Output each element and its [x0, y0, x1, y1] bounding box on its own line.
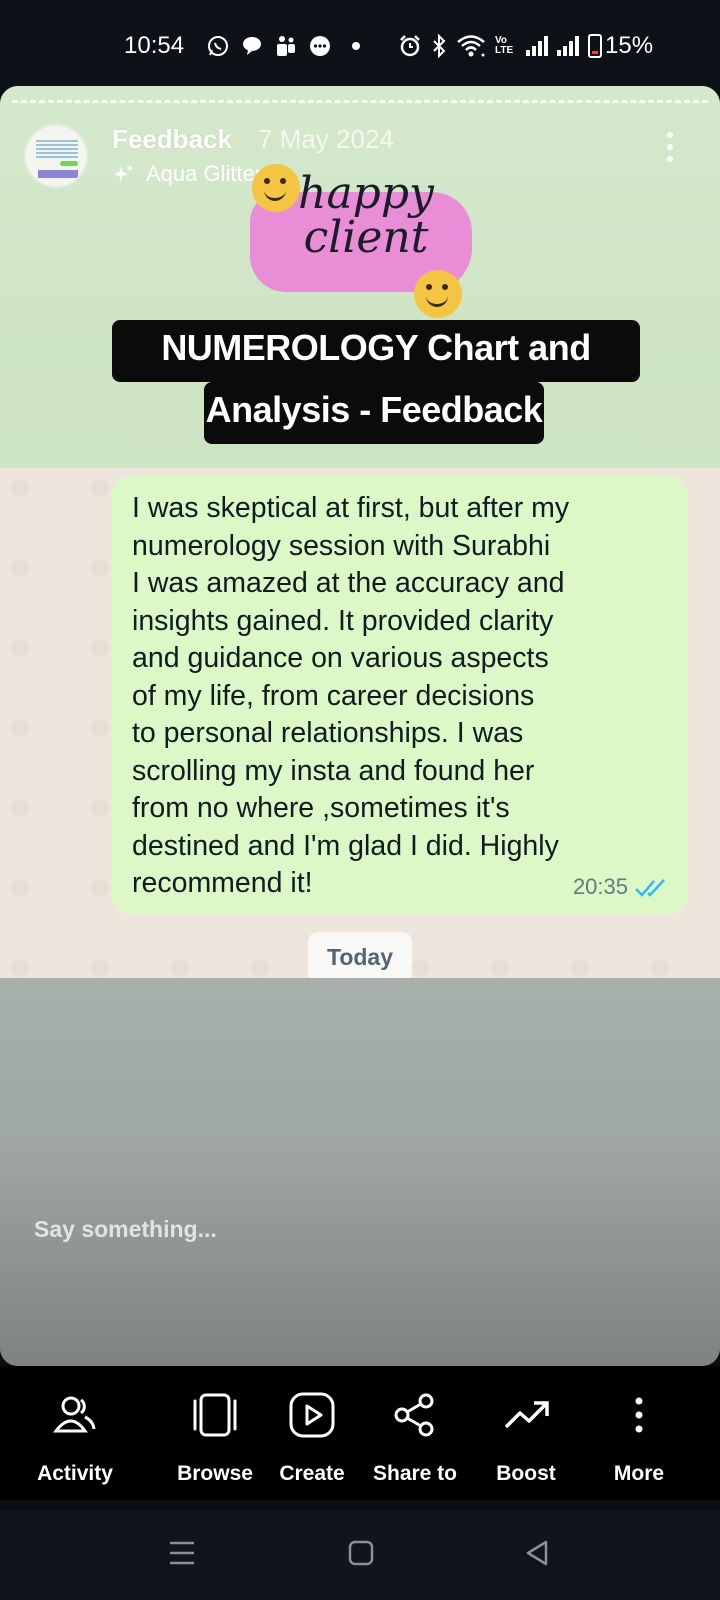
sticker-text: happy client: [298, 168, 434, 263]
boost-label: Boost: [496, 1462, 556, 1485]
app-screen: 10:54 Vo LTE 15% Feedback 7 May 2024 Aqu…: [0, 0, 720, 1600]
status-time: 10:54: [124, 32, 185, 59]
message-time: 20:35: [572, 874, 628, 899]
recent-apps-icon[interactable]: [168, 1540, 196, 1566]
story-lower-area: [0, 978, 720, 1366]
system-nav-bar: [0, 1510, 720, 1600]
more-icon: [635, 1397, 643, 1433]
chat-bubble-icon: [243, 37, 261, 55]
browse-button[interactable]: Browse: [160, 1388, 270, 1486]
whatsapp-icon: [208, 36, 228, 56]
story-header-area: Feedback 7 May 2024 Aqua Glitter happy c…: [0, 86, 720, 468]
happy-client-sticker: happy client: [250, 162, 476, 318]
create-label: Create: [279, 1462, 345, 1485]
home-icon[interactable]: [348, 1540, 374, 1566]
battery-icon: [588, 34, 602, 58]
battery-percent: 15%: [605, 32, 654, 59]
create-icon: [289, 1392, 335, 1438]
more-label: More: [613, 1462, 665, 1485]
signal-icon: [557, 36, 579, 56]
story-username[interactable]: Feedback: [112, 124, 232, 155]
boost-button[interactable]: Boost: [471, 1388, 581, 1486]
share-to-label: Share to: [372, 1462, 458, 1485]
story-title-line-1: NUMEROLOGY Chart and Mobile: [112, 320, 640, 424]
alarm-icon: [400, 35, 420, 57]
share-to-button[interactable]: Share to: [360, 1388, 470, 1486]
story-music-label: Aqua Glitter: [146, 161, 263, 186]
story-date: 7 May 2024: [258, 124, 394, 154]
browse-label: Browse: [177, 1462, 253, 1485]
story-progress-bar: [12, 100, 708, 103]
story-title-line-2: Analysis - Feedback: [204, 382, 544, 444]
sparkle-icon: [114, 164, 134, 182]
double-check-icon: [635, 879, 665, 897]
story-viewer[interactable]: Feedback 7 May 2024 Aqua Glitter happy c…: [0, 86, 720, 1366]
back-icon[interactable]: [524, 1540, 550, 1566]
volte-icon: Vo LTE: [495, 35, 514, 56]
bluetooth-icon: [433, 34, 446, 58]
create-button[interactable]: Create: [257, 1388, 367, 1486]
story-music[interactable]: Aqua Glitter: [112, 161, 262, 187]
signal-icon: [526, 36, 548, 56]
message-bubble: I was skeptical at first, but after my n…: [112, 476, 688, 914]
more-button[interactable]: More: [584, 1388, 694, 1486]
activity-icon: [52, 1396, 96, 1433]
story-avatar[interactable]: [24, 124, 88, 188]
notification-icons: [206, 34, 360, 58]
message-text: I was skeptical at first, but after my n…: [132, 492, 570, 899]
browse-icon: [193, 1393, 237, 1437]
share-icon: [394, 1393, 434, 1437]
smiley-icon: [414, 270, 462, 318]
messenger-icon: [310, 36, 330, 56]
more-notifications-dot-icon: [352, 42, 360, 50]
chat-screenshot: I was skeptical at first, but after my n…: [0, 468, 720, 982]
wifi-icon: [457, 35, 485, 57]
story-options-icon[interactable]: [660, 132, 680, 170]
reply-input[interactable]: Say something...: [34, 1216, 217, 1243]
teams-icon: [277, 36, 295, 56]
system-icons: Vo LTE 15%: [398, 32, 653, 60]
boost-icon: [504, 1401, 549, 1429]
date-divider: Today: [308, 932, 412, 982]
status-bar: 10:54 Vo LTE 15%: [0, 0, 720, 88]
activity-label: Activity: [37, 1462, 113, 1485]
story-action-bar: Activity Browse Create Share to Boost Mo…: [0, 1366, 720, 1500]
activity-button[interactable]: Activity: [20, 1388, 130, 1486]
